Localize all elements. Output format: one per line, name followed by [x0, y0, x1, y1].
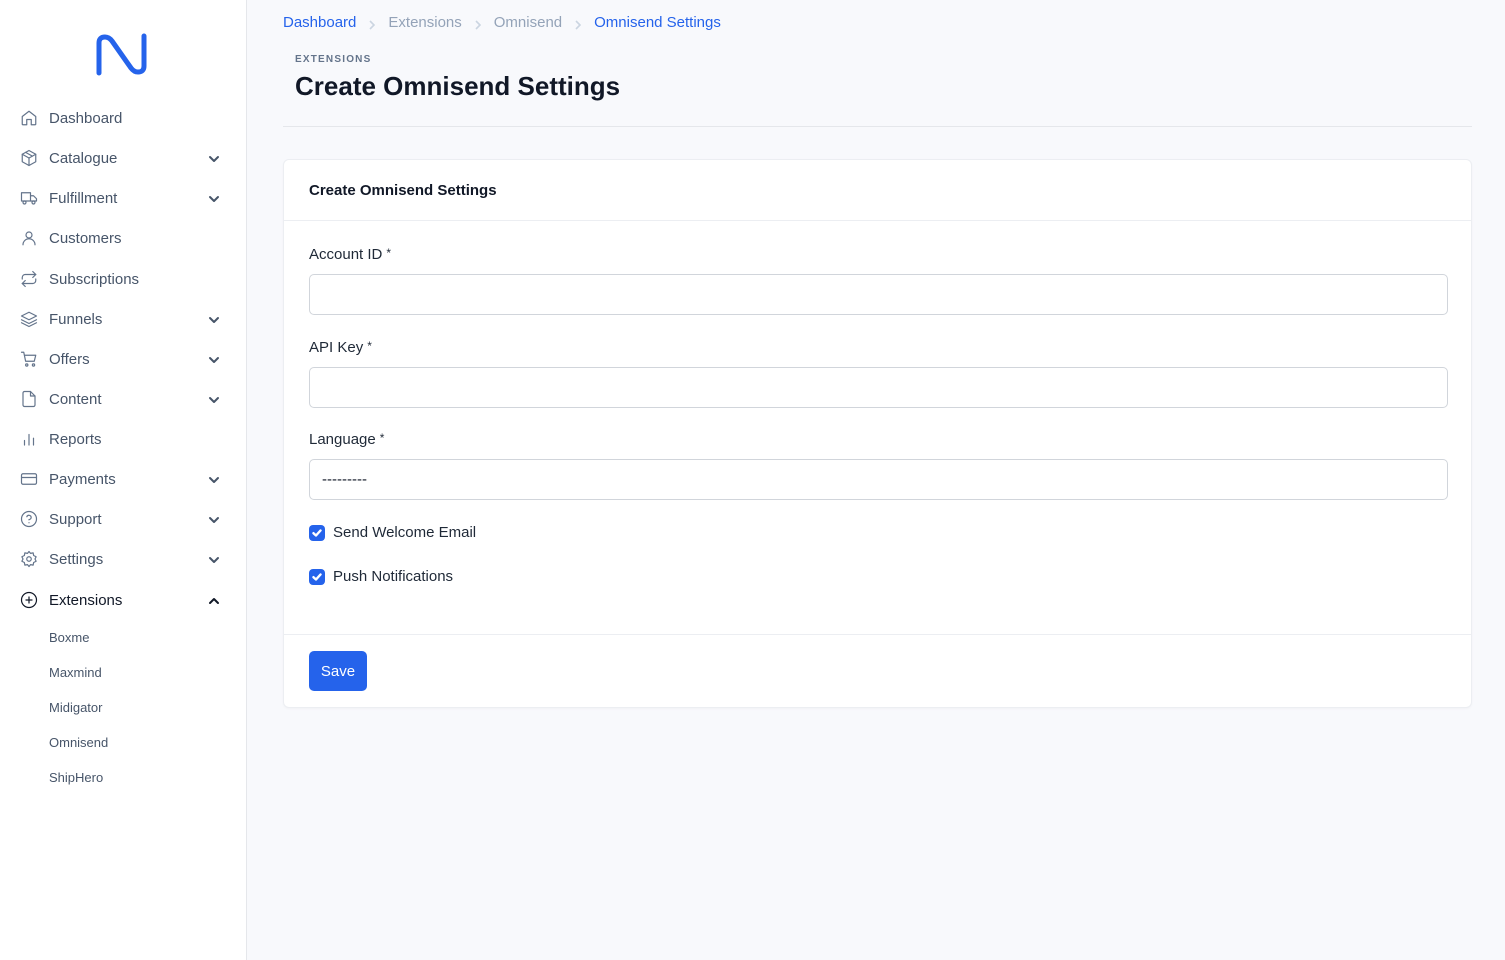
credit-card-icon	[20, 470, 38, 488]
save-button[interactable]: Save	[309, 651, 367, 691]
sidebar-item-label: Fulfillment	[49, 189, 118, 207]
chevron-down-icon	[208, 473, 220, 485]
home-icon	[20, 109, 38, 127]
chevron-down-icon	[208, 513, 220, 525]
omnisend-logo-icon[interactable]	[96, 33, 147, 76]
breadcrumb-omnisend[interactable]: Omnisend	[494, 14, 562, 31]
help-circle-icon	[20, 510, 38, 528]
sidebar-subitem-omnisend[interactable]: Omnisend	[49, 735, 108, 750]
sidebar-item-subscriptions[interactable]: Subscriptions	[20, 265, 224, 293]
sidebar-item-label: Subscriptions	[49, 270, 140, 288]
sidebar-subitem-midigator[interactable]: Midigator	[49, 700, 102, 715]
sidebar-item-label: Extensions	[49, 591, 123, 609]
plus-circle-icon	[20, 591, 38, 609]
api-key-input[interactable]	[309, 367, 1448, 408]
language-label-text: Language	[309, 431, 376, 448]
sidebar-item-customers[interactable]: Customers	[20, 224, 224, 252]
breadcrumb: Dashboard Extensions Omnisend Omnisend S…	[283, 12, 721, 32]
header-divider	[283, 126, 1472, 127]
sidebar-subitem-shiphero[interactable]: ShipHero	[49, 770, 103, 785]
chevron-down-icon	[208, 313, 220, 325]
sidebar-item-dashboard[interactable]: Dashboard	[20, 104, 224, 132]
send-welcome-email-checkbox[interactable]: Send Welcome Email	[309, 524, 476, 541]
card-title: Create Omnisend Settings	[309, 182, 497, 199]
sidebar-item-label: Content	[49, 390, 102, 408]
chevron-right-icon	[474, 17, 482, 30]
checkbox-checked-icon[interactable]	[309, 568, 325, 585]
gear-icon	[20, 550, 38, 568]
send-welcome-email-label: Send Welcome Email	[333, 524, 477, 541]
sidebar-subitem-maxmind[interactable]: Maxmind	[49, 665, 102, 680]
sidebar-subitem-boxme[interactable]: Boxme	[49, 630, 89, 645]
sidebar-item-label: Offers	[49, 350, 90, 368]
settings-form-card: Create Omnisend Settings Account ID * API…	[283, 159, 1472, 708]
user-icon	[20, 229, 38, 247]
card-header-divider	[284, 220, 1471, 221]
sidebar-item-label: Funnels	[49, 310, 103, 328]
page-title: Create Omnisend Settings	[295, 71, 621, 101]
sidebar-item-settings[interactable]: Settings	[20, 545, 224, 573]
sidebar-item-catalogue[interactable]: Catalogue	[20, 144, 224, 172]
sidebar-item-reports[interactable]: Reports	[20, 425, 224, 453]
push-notifications-label: Push Notifications	[333, 568, 454, 585]
sidebar-item-offers[interactable]: Offers	[20, 345, 224, 373]
chevron-down-icon	[208, 393, 220, 405]
sidebar-item-payments[interactable]: Payments	[20, 465, 224, 493]
chevron-right-icon	[574, 17, 582, 30]
language-label: Language *	[309, 431, 384, 448]
chevron-down-icon	[208, 553, 220, 565]
cart-icon	[20, 350, 38, 368]
chevron-down-icon	[208, 152, 220, 164]
checkbox-checked-icon[interactable]	[309, 524, 325, 541]
chevron-up-icon	[208, 594, 220, 606]
page-eyebrow: EXTENSIONS	[295, 54, 372, 65]
required-mark: *	[367, 339, 372, 353]
account-id-label: Account ID *	[309, 246, 391, 263]
sidebar-item-label: Dashboard	[49, 109, 123, 127]
chevron-down-icon	[208, 353, 220, 365]
chevron-down-icon	[208, 192, 220, 204]
account-id-input[interactable]	[309, 274, 1448, 315]
chevron-right-icon	[368, 17, 376, 30]
sidebar-item-funnels[interactable]: Funnels	[20, 305, 224, 333]
file-icon	[20, 390, 38, 408]
sidebar-item-content[interactable]: Content	[20, 385, 224, 413]
language-select[interactable]: ---------	[309, 459, 1448, 500]
sidebar-item-label: Customers	[49, 229, 122, 247]
sidebar-item-support[interactable]: Support	[20, 505, 224, 533]
required-mark: *	[386, 246, 392, 260]
breadcrumb-dashboard[interactable]: Dashboard	[283, 14, 356, 31]
required-mark: *	[379, 431, 385, 445]
breadcrumb-extensions[interactable]: Extensions	[388, 14, 461, 31]
sidebar-item-label: Support	[49, 510, 102, 528]
api-key-label: API Key *	[309, 339, 372, 356]
breadcrumb-omnisend-settings[interactable]: Omnisend Settings	[594, 14, 721, 31]
sidebar-item-label: Settings	[49, 550, 104, 568]
truck-icon	[20, 189, 38, 207]
sidebar-item-label: Payments	[49, 470, 116, 488]
sidebar: Dashboard Catalogue Fulfillment Customer…	[0, 0, 247, 960]
sidebar-item-label: Reports	[49, 430, 102, 448]
box-icon	[20, 149, 38, 167]
bar-chart-icon	[20, 430, 38, 448]
repeat-icon	[20, 270, 38, 288]
card-footer-divider	[284, 634, 1471, 635]
account-id-label-text: Account ID	[309, 246, 383, 263]
api-key-label-text: API Key	[309, 339, 364, 356]
language-select-value: ---------	[322, 471, 367, 488]
sidebar-item-label: Catalogue	[49, 149, 118, 167]
sidebar-item-fulfillment[interactable]: Fulfillment	[20, 184, 224, 212]
layers-icon	[20, 310, 38, 328]
sidebar-item-extensions[interactable]: Extensions	[20, 586, 224, 614]
push-notifications-checkbox[interactable]: Push Notifications	[309, 568, 453, 585]
